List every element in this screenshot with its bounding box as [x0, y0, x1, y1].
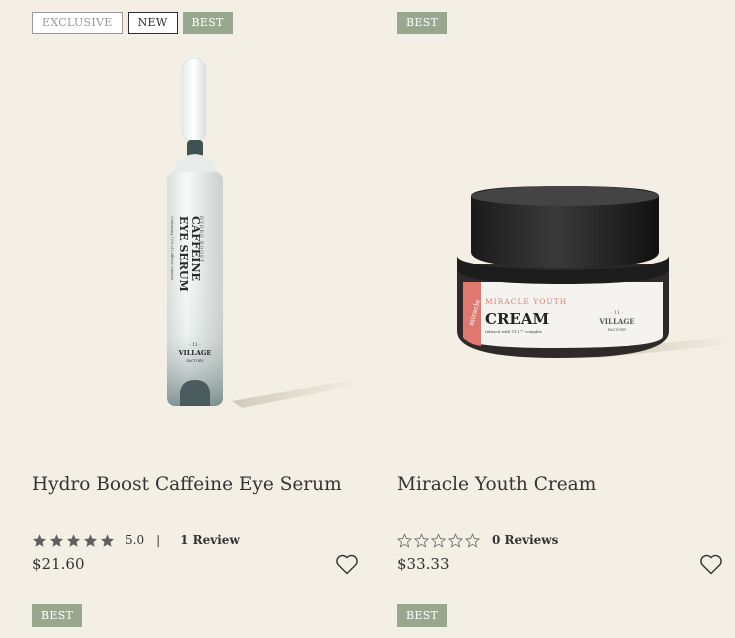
rating-stars	[32, 533, 115, 548]
star-filled-icon	[49, 533, 64, 547]
product-card-miracle-youth[interactable]: BEST miracle MIRACLE YOUTH CREAM Infused…	[397, 0, 735, 600]
star-filled-icon	[66, 533, 81, 547]
badge-group: BEST	[397, 12, 448, 34]
best-badge: BEST	[397, 604, 448, 627]
review-count-link[interactable]: 0 Reviews	[492, 533, 558, 547]
svg-text:· 11 ·: · 11 ·	[189, 342, 200, 348]
product-card-hydro-boost[interactable]: EXCLUSIVE NEW BEST HYDRO BOOST CAFFEINE …	[32, 0, 372, 600]
best-badge: BEST	[32, 604, 83, 627]
best-badge: BEST	[397, 12, 448, 34]
svg-text:MIRACLE YOUTH: MIRACLE YOUTH	[485, 297, 567, 306]
rating-value: 5.0	[125, 533, 145, 547]
star-filled-icon	[100, 533, 115, 547]
svg-text:Containing 10% of Caffeine sol: Containing 10% of Caffeine solution	[170, 216, 174, 281]
svg-text:CREAM: CREAM	[485, 310, 549, 328]
product-rating: 5.0 | 1 Review	[32, 532, 240, 548]
review-count-link[interactable]: 1 Review	[180, 533, 240, 547]
product-image-eye-serum[interactable]: HYDRO BOOST CAFFEINE EYE SERUM Containin…	[32, 46, 372, 426]
product-rating: 0 Reviews	[397, 532, 558, 548]
product-price: $21.60	[32, 555, 85, 573]
star-empty-icon	[397, 532, 412, 548]
rating-stars	[397, 532, 480, 548]
star-empty-icon	[431, 532, 446, 548]
product-image-cream-jar[interactable]: miracle MIRACLE YOUTH CREAM Infused with…	[397, 46, 735, 426]
star-empty-icon	[448, 532, 463, 548]
badge-group: EXCLUSIVE NEW BEST	[32, 12, 233, 34]
star-filled-icon	[83, 533, 98, 547]
svg-text:EYE SERUM: EYE SERUM	[177, 216, 190, 292]
star-filled-icon	[32, 533, 47, 547]
svg-text:FACTORY: FACTORY	[186, 359, 204, 363]
best-badge: BEST	[182, 12, 233, 34]
product-name[interactable]: Miracle Youth Cream	[397, 474, 596, 495]
svg-text:· 11 ·: · 11 ·	[611, 310, 622, 316]
star-empty-icon	[465, 532, 480, 548]
exclusive-badge: EXCLUSIVE	[32, 12, 123, 34]
heart-icon[interactable]	[335, 553, 359, 575]
svg-text:VILLAGE: VILLAGE	[178, 349, 212, 357]
product-price: $33.33	[397, 555, 450, 573]
star-empty-icon	[414, 532, 429, 548]
product-name[interactable]: Hydro Boost Caffeine Eye Serum	[32, 474, 342, 495]
heart-icon[interactable]	[699, 553, 723, 575]
svg-text:Infused with V11™ complex: Infused with V11™ complex	[485, 329, 543, 334]
new-badge: NEW	[127, 12, 178, 34]
rating-separator: |	[156, 533, 161, 547]
svg-text:FACTORY: FACTORY	[608, 327, 627, 332]
svg-text:VILLAGE: VILLAGE	[598, 317, 634, 326]
